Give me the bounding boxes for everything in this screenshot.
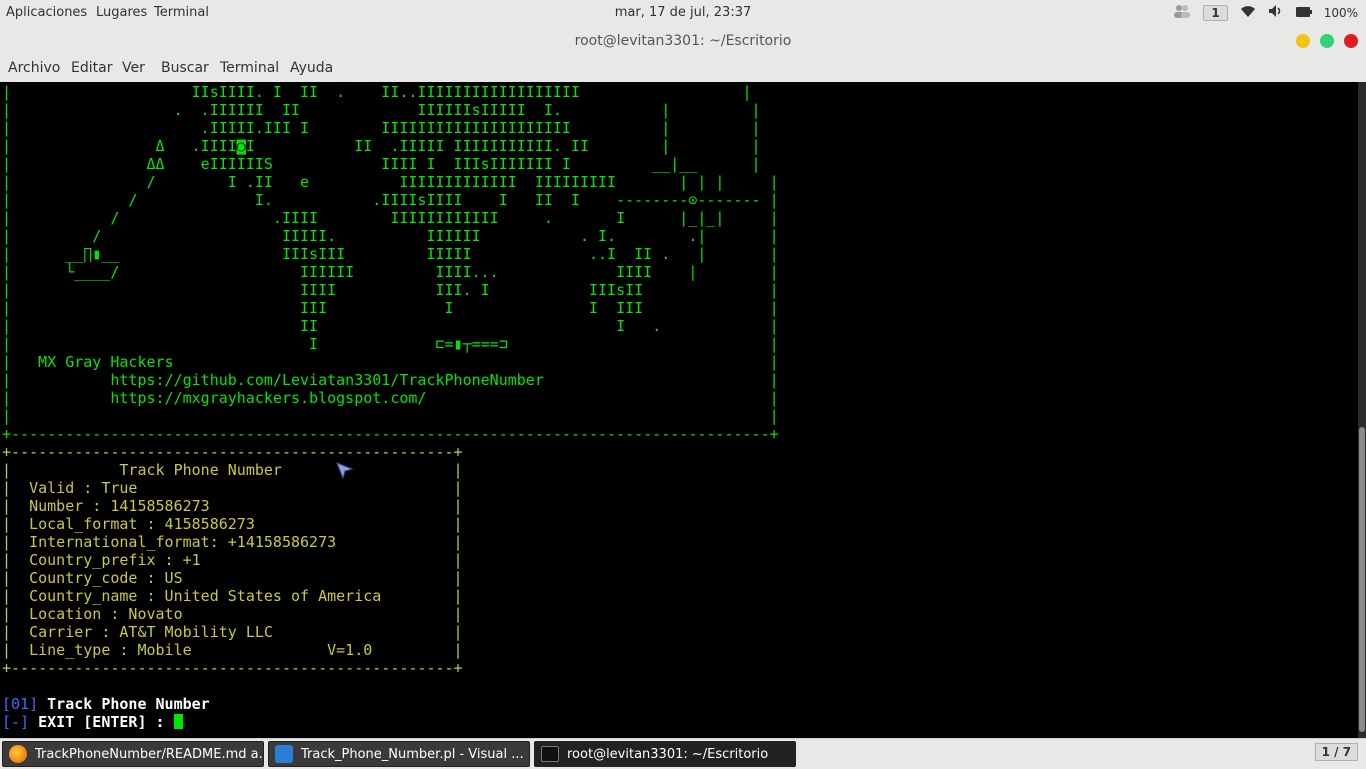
maximize-button[interactable] xyxy=(1320,34,1334,48)
window-titlebar[interactable]: root@levitan3301: ~/Escritorio xyxy=(0,27,1366,55)
taskbar: TrackPhoneNumber/README.md a... Track_Ph… xyxy=(0,738,1366,769)
workspace-pager[interactable]: 1 / 7 xyxy=(1314,743,1358,761)
menu-ver[interactable]: Ver xyxy=(122,60,145,76)
workspace-indicator[interactable]: 1 xyxy=(1203,4,1228,21)
users-icon[interactable] xyxy=(1173,4,1191,21)
menubar: Archivo Editar Ver Buscar Terminal Ayuda xyxy=(0,55,1366,83)
minimize-button[interactable] xyxy=(1296,34,1310,48)
task-terminal[interactable]: root@levitan3301: ~/Escritorio xyxy=(534,741,796,767)
task-label: root@levitan3301: ~/Escritorio xyxy=(567,746,769,762)
menu-buscar[interactable]: Buscar xyxy=(161,60,209,76)
top-bar: Aplicaciones Lugares Terminal mar, 17 de… xyxy=(0,0,1366,27)
menu-archivo[interactable]: Archivo xyxy=(8,60,60,76)
terminal-output[interactable]: | IIsIIII. I II . II..IIIIIIIIIIIIIIIIII… xyxy=(0,82,1358,738)
ascii-banner: | IIsIIII. I II . II..IIIIIIIIIIIIIIIIII… xyxy=(2,83,779,443)
terminal-scrollbar[interactable] xyxy=(1358,82,1366,738)
close-button[interactable] xyxy=(1344,34,1358,48)
task-vscode[interactable]: Track_Phone_Number.pl - Visual ... xyxy=(268,741,530,767)
clock[interactable]: mar, 17 de jul, 23:37 xyxy=(0,5,1366,20)
scrollbar-thumb[interactable] xyxy=(1359,427,1365,732)
firefox-icon xyxy=(9,745,27,763)
menu-editar[interactable]: Editar xyxy=(71,60,112,76)
wifi-icon[interactable] xyxy=(1240,4,1256,21)
volume-icon[interactable] xyxy=(1268,4,1284,21)
option-exit-tag: [-] xyxy=(2,713,30,731)
vscode-icon xyxy=(275,745,293,763)
mouse-pointer-icon xyxy=(336,462,354,480)
task-label: Track_Phone_Number.pl - Visual ... xyxy=(301,746,524,762)
phone-info-box: +---------------------------------------… xyxy=(2,443,463,677)
task-firefox[interactable]: TrackPhoneNumber/README.md a... xyxy=(2,741,264,767)
terminal-icon xyxy=(541,746,559,762)
option-1-tag: [01] xyxy=(2,695,39,713)
window-title: root@levitan3301: ~/Escritorio xyxy=(574,33,792,49)
task-label: TrackPhoneNumber/README.md a... xyxy=(35,746,264,762)
battery-percent: 100% xyxy=(1323,5,1358,20)
menu-terminal[interactable]: Terminal xyxy=(220,60,279,76)
option-exit-label: EXIT [ENTER] : xyxy=(29,713,174,731)
option-1-label: Track Phone Number xyxy=(38,695,210,713)
system-tray: 1 100% xyxy=(1173,4,1358,21)
battery-icon[interactable] xyxy=(1295,6,1312,20)
terminal-text: | IIsIIII. I II . II..IIIIIIIIIIIIIIIIII… xyxy=(2,83,779,731)
terminal-cursor[interactable] xyxy=(173,714,183,729)
menu-ayuda[interactable]: Ayuda xyxy=(290,60,333,76)
